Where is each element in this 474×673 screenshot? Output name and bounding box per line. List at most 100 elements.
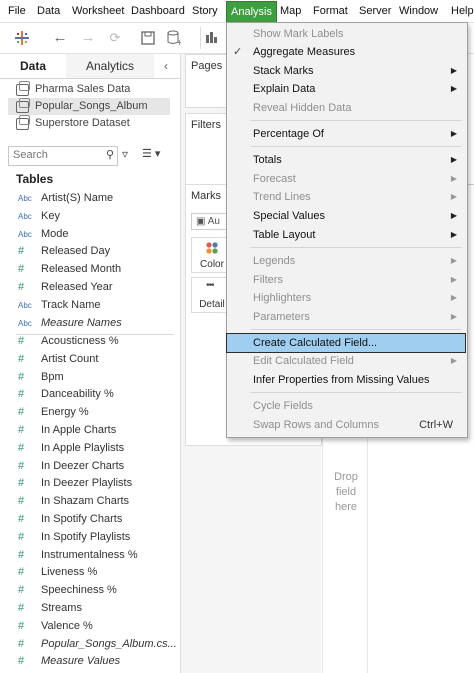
search-icon[interactable]: ⚲ xyxy=(106,148,114,161)
measure-field[interactable]: # Energy % xyxy=(0,404,178,421)
menu-item-parameters[interactable]: Parameters ▶ xyxy=(227,308,467,326)
datasource-label: Superstore Dataset xyxy=(35,117,130,129)
datasource-item[interactable]: Pharma Sales Data xyxy=(8,81,170,98)
numeric-type-icon: # xyxy=(18,370,25,383)
dimension-field[interactable]: Abc Artist(S) Name xyxy=(0,190,178,207)
filter-icon[interactable]: ▿ xyxy=(122,147,128,161)
measure-field[interactable]: # Valence % xyxy=(0,618,178,635)
forward-arrow-icon[interactable]: → xyxy=(78,27,98,49)
dimension-field[interactable]: Abc Track Name xyxy=(0,297,178,314)
menu-item-aggregate-measures[interactable]: ✓ Aggregate Measures xyxy=(227,43,467,61)
numeric-type-icon: # xyxy=(18,459,25,472)
new-datasource-icon[interactable]: + xyxy=(164,27,184,49)
tables-heading: Tables xyxy=(16,172,54,186)
measure-field[interactable]: # In Apple Playlists xyxy=(0,440,178,457)
menu-item-percentage-of[interactable]: Percentage Of ▶ xyxy=(227,125,467,143)
menu-separator xyxy=(251,120,461,121)
measure-field[interactable]: # In Deezer Charts xyxy=(0,458,178,475)
menu-window[interactable]: Window xyxy=(399,0,438,22)
submenu-arrow-icon: ▶ xyxy=(450,66,457,75)
menu-item-special-values[interactable]: Special Values ▶ xyxy=(227,207,467,225)
shortcut-label: Ctrl+W xyxy=(419,419,453,431)
measure-field[interactable]: # Bpm xyxy=(0,369,178,386)
measure-field[interactable]: # Measure Values xyxy=(0,653,178,670)
save-icon[interactable] xyxy=(138,27,158,49)
collapse-pane-icon[interactable]: ‹ xyxy=(164,54,168,78)
tableau-logo-icon[interactable] xyxy=(12,27,32,49)
back-arrow-icon[interactable]: ← xyxy=(50,27,70,49)
measure-field[interactable]: # Instrumentalness % xyxy=(0,547,178,564)
menu-data[interactable]: Data xyxy=(37,0,60,22)
measure-field[interactable]: # Liveness % xyxy=(0,564,178,581)
numeric-type-icon: # xyxy=(18,566,25,579)
numeric-type-icon: # xyxy=(18,655,25,668)
menu-item-edit-calculated-field[interactable]: Edit Calculated Field ▶ xyxy=(227,352,467,370)
datasource-item[interactable]: Superstore Dataset xyxy=(8,115,170,132)
dimension-field[interactable]: # Released Day xyxy=(0,243,178,260)
measure-field[interactable]: # Artist Count xyxy=(0,351,178,368)
redo-icon[interactable]: ⟳ xyxy=(104,27,126,49)
menu-item-legends[interactable]: Legends ▶ xyxy=(227,252,467,270)
measure-field[interactable]: # Streams xyxy=(0,600,178,617)
string-type-icon: Abc xyxy=(18,194,32,203)
menu-item-reveal-hidden-data[interactable]: Reveal Hidden Data xyxy=(227,99,467,117)
menu-item-cycle-fields[interactable]: Cycle Fields xyxy=(227,397,467,415)
measure-field[interactable]: # In Apple Charts xyxy=(0,422,178,439)
dimension-field[interactable]: Abc Key xyxy=(0,208,178,225)
field-label: Mode xyxy=(41,227,69,240)
measure-field[interactable]: # Acousticness % xyxy=(0,333,178,350)
menu-item-trend-lines[interactable]: Trend Lines ▶ xyxy=(227,188,467,206)
measure-field[interactable]: # In Deezer Playlists xyxy=(0,475,178,492)
field-label: Released Month xyxy=(41,263,122,276)
field-label: In Apple Charts xyxy=(41,424,117,436)
menu-item-infer-properties[interactable]: Infer Properties from Missing Values xyxy=(227,371,467,389)
datasource-icon xyxy=(16,98,30,113)
menu-item-swap-rows-columns[interactable]: Swap Rows and Columns Ctrl+W xyxy=(227,416,467,434)
numeric-type-icon: # xyxy=(18,441,25,454)
menu-format[interactable]: Format xyxy=(313,0,348,22)
measure-field[interactable]: # Danceability % xyxy=(0,386,178,403)
measure-field[interactable]: # Popular_Songs_Album.cs... xyxy=(0,636,178,653)
menu-item-totals[interactable]: Totals ▶ xyxy=(227,151,467,169)
menu-dashboard[interactable]: Dashboard xyxy=(131,0,185,22)
datasource-item-selected[interactable]: Popular_Songs_Album xyxy=(8,98,170,115)
datasource-icon xyxy=(16,115,30,130)
menu-item-filters[interactable]: Filters ▶ xyxy=(227,271,467,289)
tab-analytics[interactable]: Analytics xyxy=(66,54,154,78)
field-label: Streams xyxy=(41,602,82,614)
view-options-icon[interactable]: ☰ ▾ xyxy=(142,147,160,160)
menu-file[interactable]: File xyxy=(8,0,26,22)
field-label: Released Day xyxy=(41,245,111,258)
submenu-arrow-icon: ▶ xyxy=(450,256,457,265)
menu-map[interactable]: Map xyxy=(280,0,301,22)
tab-data[interactable]: Data xyxy=(0,54,67,78)
new-worksheet-icon[interactable] xyxy=(200,27,221,49)
menu-help[interactable]: Help xyxy=(451,0,474,22)
menu-server[interactable]: Server xyxy=(359,0,391,22)
search-input[interactable] xyxy=(9,147,93,163)
menu-item-show-mark-labels[interactable]: Show Mark Labels xyxy=(227,25,467,43)
menu-item-forecast[interactable]: Forecast ▶ xyxy=(227,170,467,188)
menu-item-create-calculated-field[interactable]: Create Calculated Field... xyxy=(226,333,466,353)
measure-field[interactable]: # In Spotify Charts xyxy=(0,511,178,528)
measure-field[interactable]: # Speechiness % xyxy=(0,582,178,599)
menu-item-table-layout[interactable]: Table Layout ▶ xyxy=(227,226,467,244)
dimension-field[interactable]: # Released Month xyxy=(0,261,178,278)
menu-item-highlighters[interactable]: Highlighters ▶ xyxy=(227,289,467,307)
field-label: Bpm xyxy=(41,370,64,383)
submenu-arrow-icon: ▶ xyxy=(450,312,457,321)
dimension-field[interactable]: # Released Year xyxy=(0,279,178,296)
field-label: Danceability % xyxy=(41,388,114,401)
dimension-field[interactable]: Abc Mode xyxy=(0,226,178,243)
menu-item-explain-data[interactable]: Explain Data ▶ xyxy=(227,80,467,98)
field-label: Instrumentalness % xyxy=(41,548,138,561)
menu-analysis[interactable]: Analysis xyxy=(226,1,277,23)
menu-worksheet[interactable]: Worksheet xyxy=(72,0,124,22)
analysis-menu: Show Mark Labels ✓ Aggregate Measures Sta… xyxy=(226,22,468,438)
measure-field[interactable]: # In Spotify Playlists xyxy=(0,529,178,546)
menu-story[interactable]: Story xyxy=(192,0,218,22)
dimension-field[interactable]: Abc Measure Names xyxy=(0,315,178,332)
menu-item-stack-marks[interactable]: Stack Marks ▶ xyxy=(227,62,467,80)
measure-field[interactable]: # In Shazam Charts xyxy=(0,493,178,510)
menu-separator xyxy=(251,146,461,147)
